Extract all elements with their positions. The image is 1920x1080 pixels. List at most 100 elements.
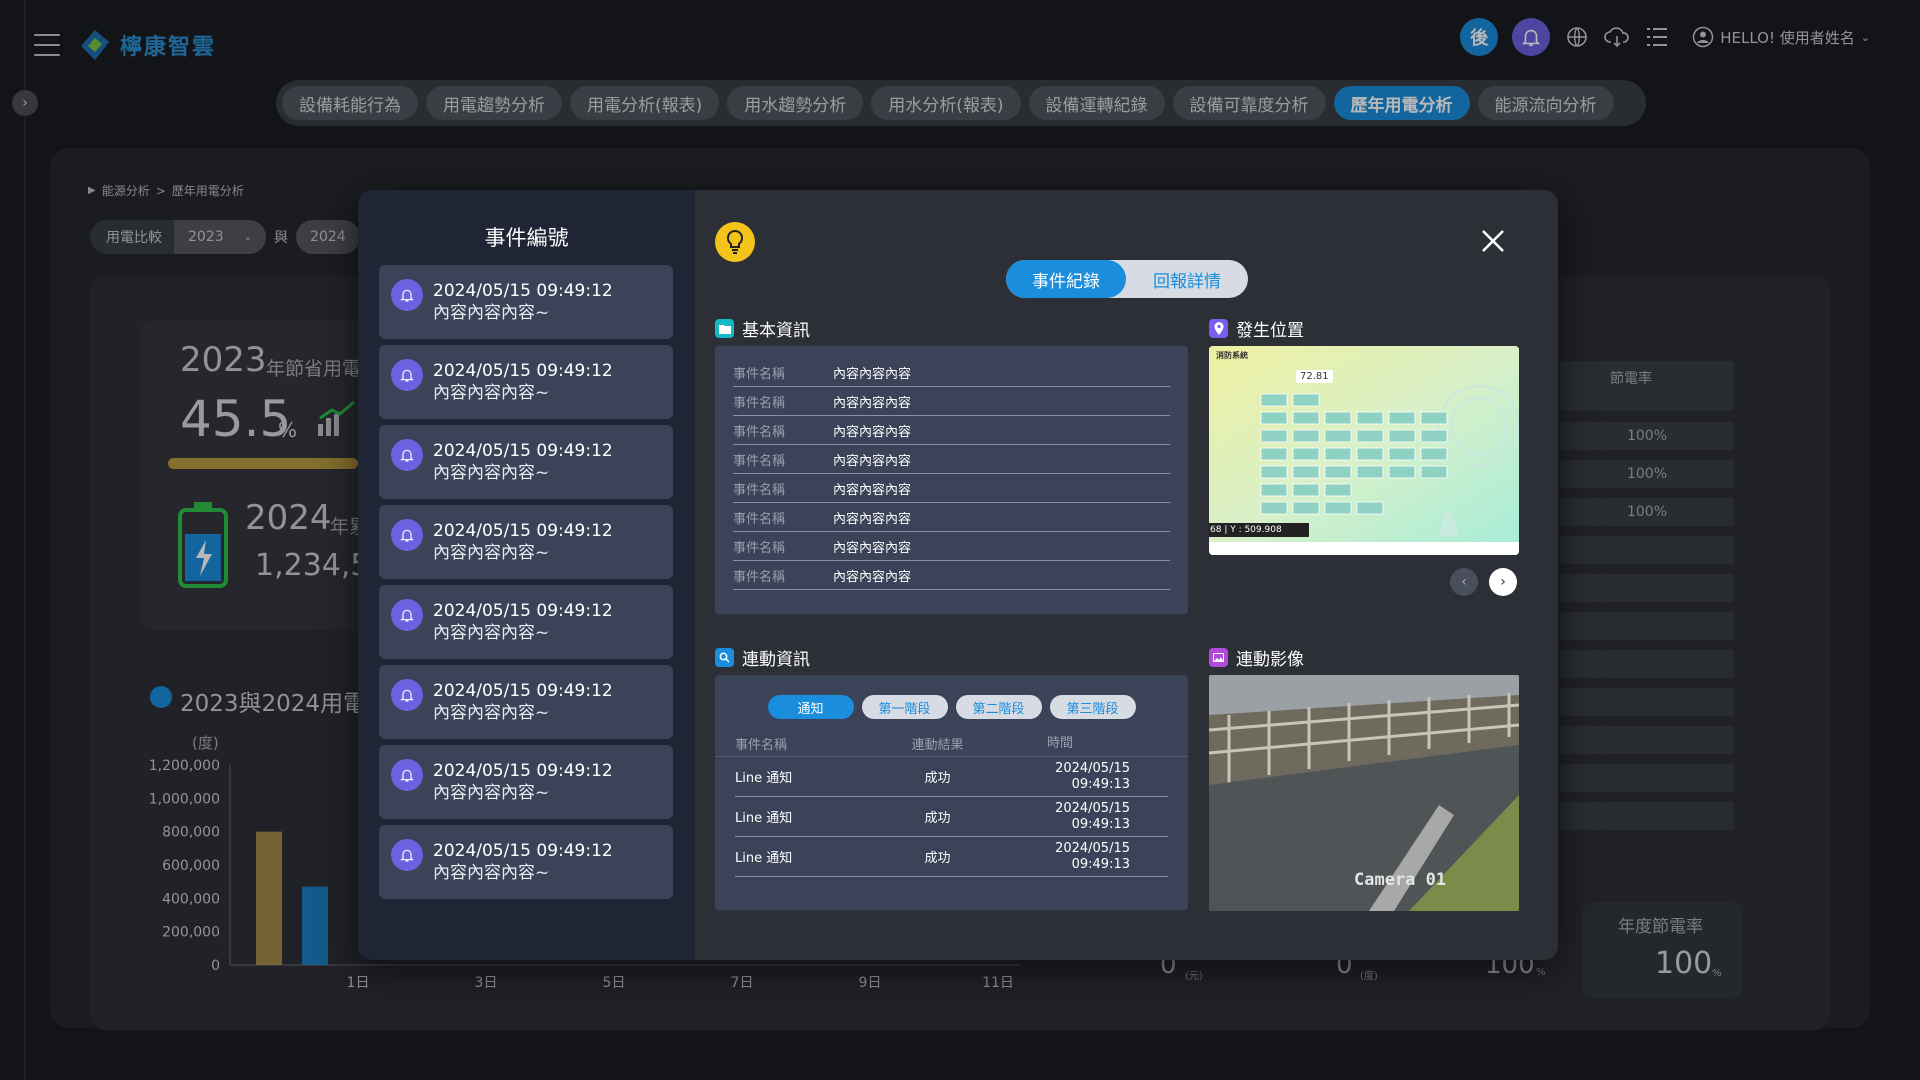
location-title: 發生位置: [1236, 321, 1304, 341]
stage-1-button[interactable]: 第一階段: [861, 695, 948, 719]
info-row: 事件名稱 內容內容內容: [733, 474, 1170, 503]
info-value: 內容內容內容: [833, 424, 912, 440]
event-item[interactable]: 2024/05/15 09:49:12 內容內容內容~: [379, 345, 673, 419]
info-row: 事件名稱 內容內容內容: [733, 445, 1170, 474]
map-zone-cell: [1388, 411, 1416, 425]
event-text: 內容內容內容~: [433, 783, 550, 803]
map-zone-cell: [1356, 411, 1384, 425]
info-value: 內容內容內容: [833, 366, 912, 382]
stage-notify-button[interactable]: 通知: [767, 695, 854, 719]
camera-image: Camera 01: [1209, 675, 1519, 911]
location-header: 發生位置: [1209, 316, 1304, 341]
event-text: 內容內容內容~: [433, 623, 550, 643]
info-value: 內容內容內容: [833, 569, 912, 585]
bell-icon: [391, 359, 423, 391]
bell-icon: [391, 599, 423, 631]
event-time: 2024/05/15 09:49:12: [433, 361, 613, 381]
basic-info-header: 基本資訊: [715, 316, 810, 341]
map-zone-cell: [1292, 393, 1320, 407]
linkage-time: 09:49:13: [1071, 856, 1130, 872]
map-zone-cell: [1356, 447, 1384, 461]
tab-event-record[interactable]: 事件紀錄: [1006, 260, 1126, 298]
map-zone-cell: [1260, 447, 1288, 461]
linkage-name: Line 通知: [735, 811, 793, 826]
map-zone-cell: [1324, 483, 1352, 497]
info-row: 事件名稱 內容內容內容: [733, 532, 1170, 561]
event-item[interactable]: 2024/05/15 09:49:12 內容內容內容~: [379, 665, 673, 739]
info-value: 內容內容內容: [833, 395, 912, 411]
info-row: 事件名稱 內容內容內容: [733, 387, 1170, 416]
linkage-result: 成功: [924, 771, 951, 786]
prev-image-button[interactable]: ‹: [1450, 568, 1478, 596]
info-key: 事件名稱: [733, 366, 786, 382]
stage-2-button[interactable]: 第二階段: [955, 695, 1042, 719]
event-time: 2024/05/15 09:49:12: [433, 281, 613, 301]
bell-icon: [391, 439, 423, 471]
info-key: 事件名稱: [733, 453, 786, 469]
camera-label: Camera 01: [1354, 870, 1446, 890]
info-key: 事件名稱: [733, 569, 786, 585]
map-zone-cell: [1260, 429, 1288, 443]
event-item[interactable]: 2024/05/15 09:49:12 內容內容內容~: [379, 745, 673, 819]
linkage-result: 成功: [924, 811, 951, 826]
linkage-title: 連動資訊: [742, 650, 810, 670]
linkage-name: Line 通知: [735, 851, 793, 866]
bell-icon: [391, 679, 423, 711]
event-item[interactable]: 2024/05/15 09:49:12 內容內容內容~: [379, 825, 673, 899]
bell-icon: [391, 839, 423, 871]
map-pin-icon: [1209, 319, 1228, 338]
event-item[interactable]: 2024/05/15 09:49:12 內容內容內容~: [379, 505, 673, 579]
map-zone-cell: [1356, 429, 1384, 443]
info-row: 事件名稱 內容內容內容: [733, 503, 1170, 532]
image-icon: [1209, 648, 1228, 667]
search-icon: [715, 648, 734, 667]
info-value: 內容內容內容: [833, 511, 912, 527]
col-event-name: 事件名稱: [735, 738, 788, 753]
col-time: 時間: [1046, 735, 1073, 751]
info-key: 事件名稱: [733, 540, 786, 556]
basic-info-table: 事件名稱 內容內容內容 事件名稱 內容內容內容 事件名稱 內容內容內容 事件名稱 內容內容內容…: [715, 346, 1188, 614]
map-zone-cell: [1324, 429, 1352, 443]
event-text: 內容內容內容~: [433, 703, 550, 723]
basic-info-title: 基本資訊: [742, 321, 810, 341]
camera-feed[interactable]: Camera 01: [1209, 675, 1519, 911]
linkage-name: Line 通知: [735, 771, 793, 786]
linkage-date: 2024/05/15: [1055, 840, 1130, 856]
event-text: 內容內容內容~: [433, 463, 550, 483]
map-zone-cell: [1388, 429, 1416, 443]
event-item[interactable]: 2024/05/15 09:49:12 內容內容內容~: [379, 585, 673, 659]
video-header: 連動影像: [1209, 645, 1304, 670]
event-text: 內容內容內容~: [433, 543, 550, 563]
linkage-time: 09:49:13: [1071, 776, 1130, 792]
event-time: 2024/05/15 09:49:12: [433, 601, 613, 621]
map-zone-cell: [1324, 447, 1352, 461]
linkage-header: 連動資訊: [715, 645, 810, 670]
stage-3-button[interactable]: 第三階段: [1049, 695, 1136, 719]
next-image-button[interactable]: ›: [1489, 568, 1517, 596]
bell-icon: [391, 279, 423, 311]
linkage-row: Line 通知 成功 2024/05/15 09:49:13: [735, 757, 1168, 797]
tab-report-detail[interactable]: 回報詳情: [1126, 260, 1248, 298]
close-icon[interactable]: [1478, 226, 1508, 256]
event-time: 2024/05/15 09:49:12: [433, 761, 613, 781]
map-zone-cell: [1356, 501, 1384, 515]
floor-map-image[interactable]: [1209, 346, 1519, 555]
linkage-panel: 通知 第一階段 第二階段 第三階段 事件名稱 連動結果 時間 Line 通知 成功…: [715, 675, 1188, 910]
map-zone-cell: [1260, 501, 1288, 515]
linkage-row: Line 通知 成功 2024/05/15 09:49:13: [735, 837, 1168, 877]
bell-icon: [391, 759, 423, 791]
map-zone-cell: [1292, 411, 1320, 425]
event-modal: 事件編號 2024/05/15 09:49:12 內容內容內容~ 2024/05/1…: [358, 190, 1558, 960]
map-zone-cell: [1420, 411, 1448, 425]
event-item[interactable]: 2024/05/15 09:49:12 內容內容內容~: [379, 265, 673, 339]
info-key: 事件名稱: [733, 424, 786, 440]
map-value: 72.81: [1296, 370, 1333, 383]
event-time: 2024/05/15 09:49:12: [433, 681, 613, 701]
event-text: 內容內容內容~: [433, 383, 550, 403]
info-row: 事件名稱 內容內容內容: [733, 358, 1170, 387]
stage-buttons: 通知 第一階段 第二階段 第三階段: [715, 695, 1188, 719]
video-title: 連動影像: [1236, 650, 1304, 670]
info-key: 事件名稱: [733, 511, 786, 527]
event-item[interactable]: 2024/05/15 09:49:12 內容內容內容~: [379, 425, 673, 499]
map-header: 消防系統: [1216, 351, 1248, 360]
